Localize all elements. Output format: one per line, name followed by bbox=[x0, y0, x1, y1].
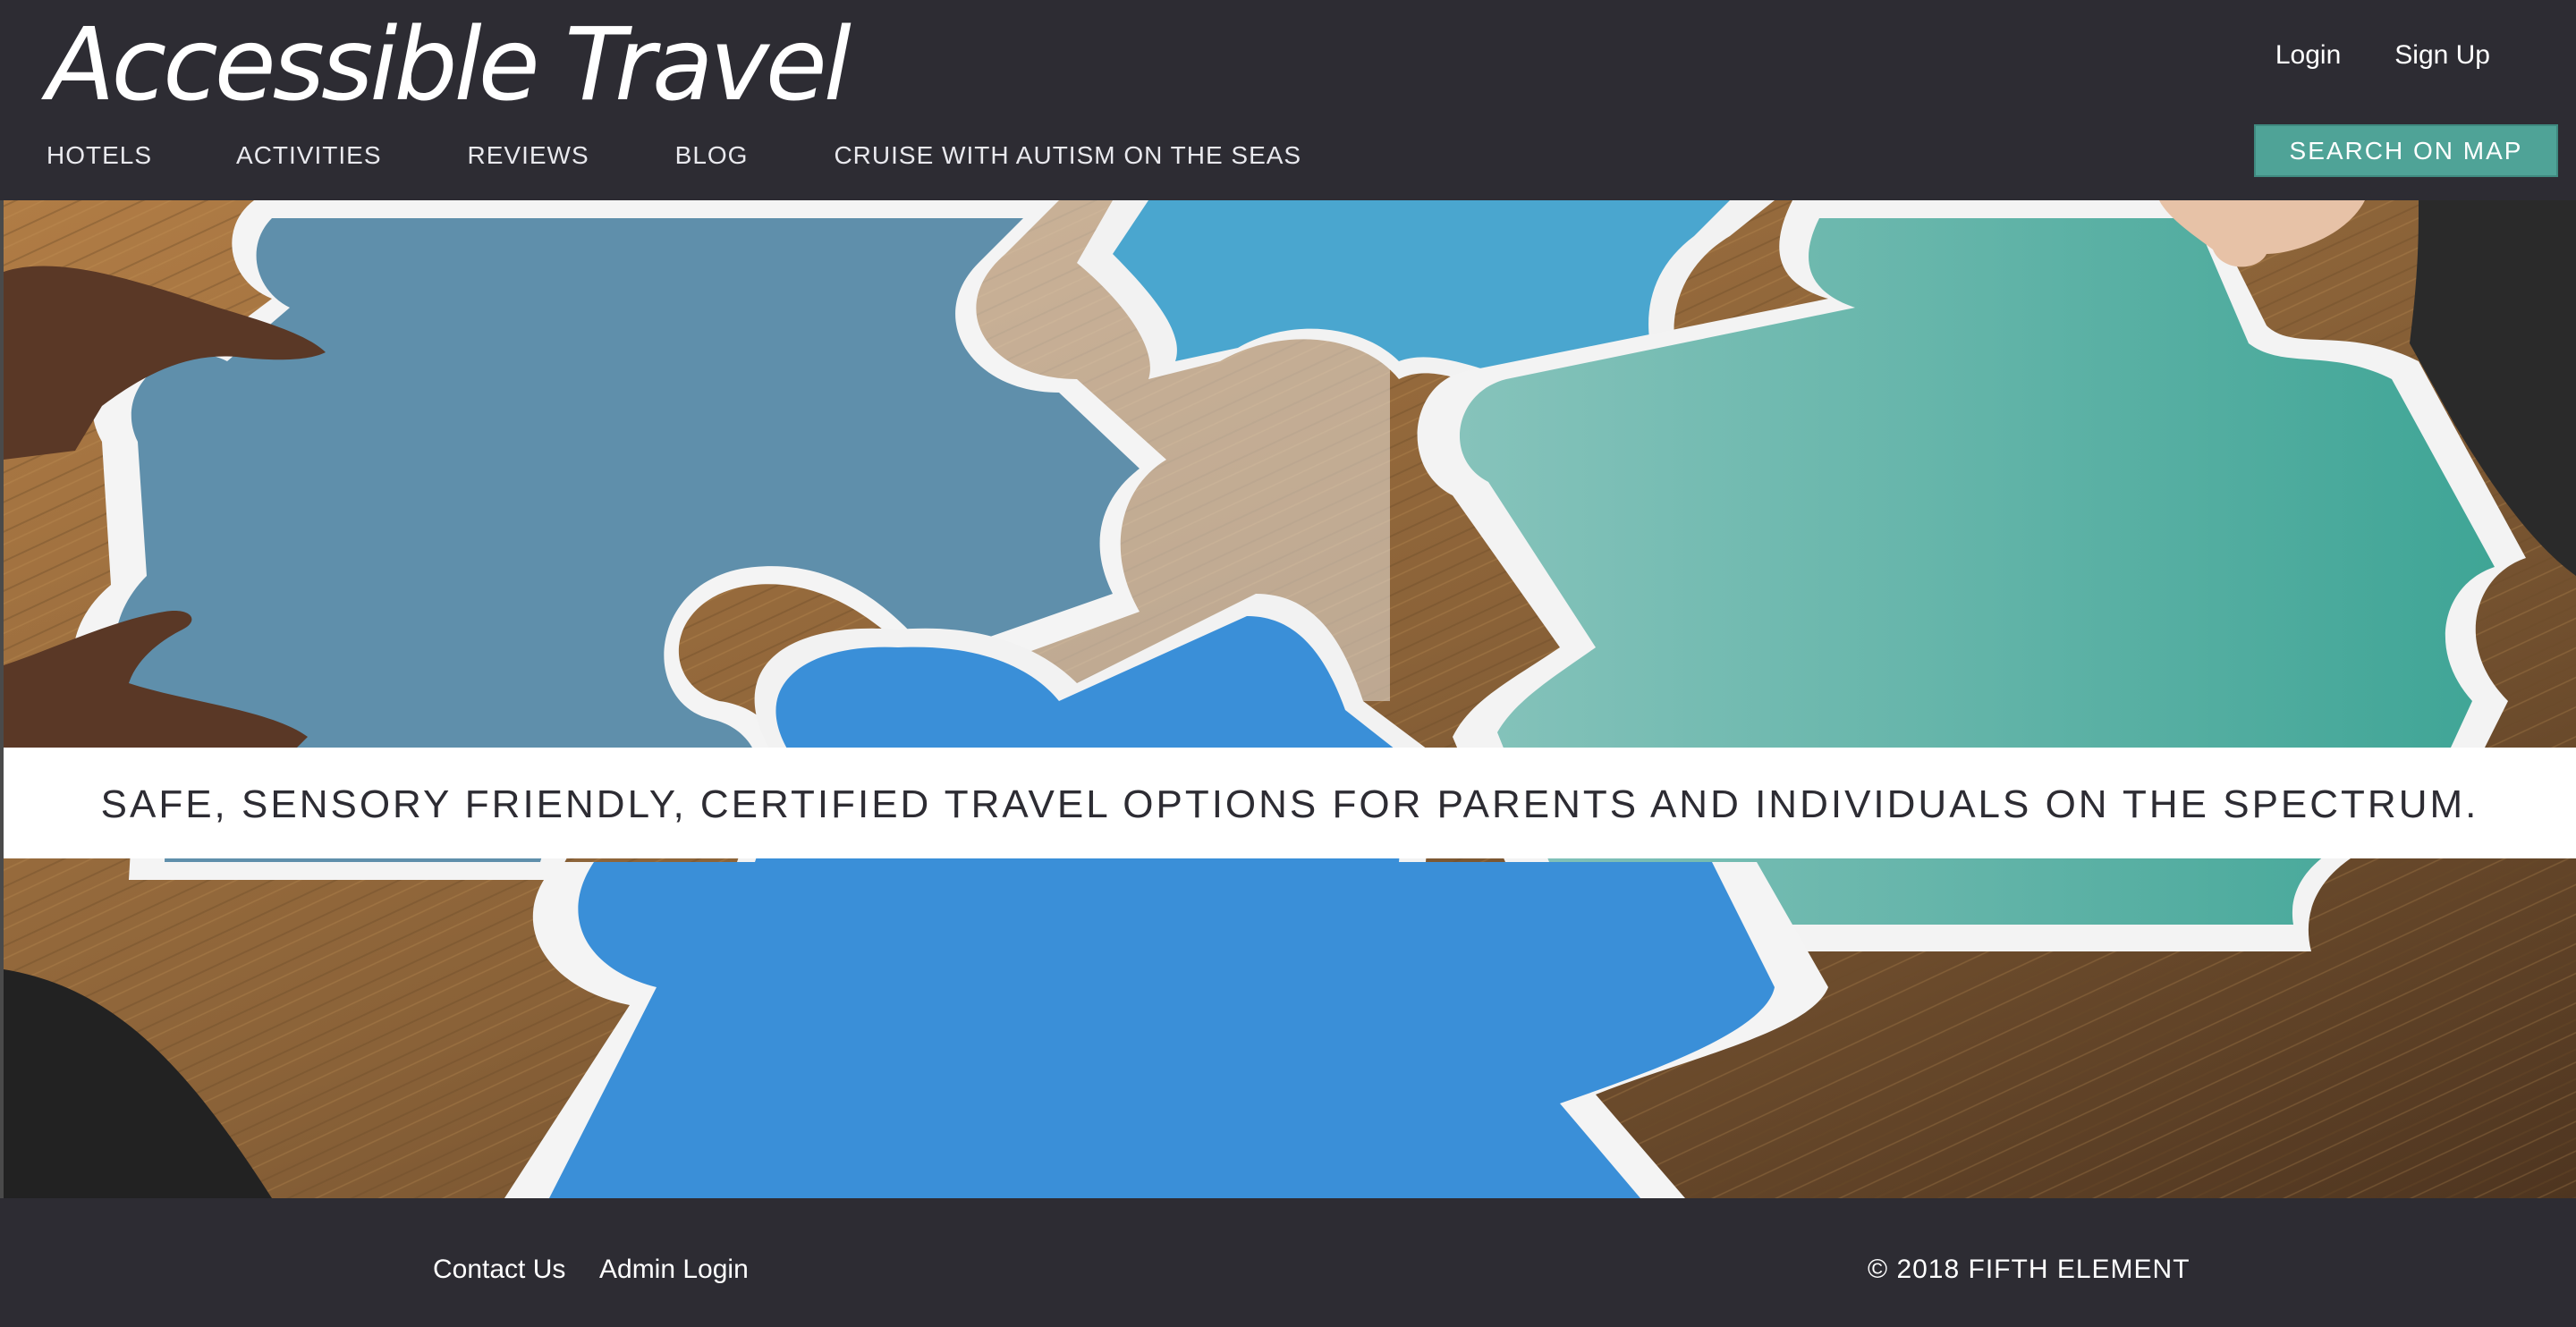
nav-reviews[interactable]: REVIEWS bbox=[468, 138, 589, 173]
signup-link[interactable]: Sign Up bbox=[2394, 38, 2490, 73]
nav-cruise[interactable]: CRUISE WITH AUTISM ON THE SEAS bbox=[834, 138, 1301, 173]
auth-links: Login Sign Up bbox=[2275, 38, 2490, 73]
page: Accessible Travel HOTELS ACTIVITIES REVI… bbox=[0, 0, 2576, 1327]
login-link[interactable]: Login bbox=[2275, 38, 2341, 73]
site-header: Accessible Travel HOTELS ACTIVITIES REVI… bbox=[0, 0, 2576, 200]
nav-blog[interactable]: BLOG bbox=[675, 138, 749, 173]
footer-contact-link[interactable]: Contact Us bbox=[433, 1252, 565, 1288]
nav-activities[interactable]: ACTIVITIES bbox=[236, 138, 381, 173]
nav-hotels[interactable]: HOTELS bbox=[47, 138, 152, 173]
footer-admin-login-link[interactable]: Admin Login bbox=[599, 1252, 749, 1288]
site-footer: Contact Us Admin Login © 2018 FIFTH ELEM… bbox=[0, 1198, 2576, 1327]
search-on-map-button[interactable]: SEARCH ON MAP bbox=[2254, 124, 2558, 177]
hero-background-image bbox=[4, 200, 2576, 1198]
puzzle-piece-blue-lower bbox=[504, 862, 1828, 1198]
hero-banner: ACCESSIBLE TRAVEL SAFE, SENSORY FRIENDLY… bbox=[4, 200, 2576, 1198]
main-nav: HOTELS ACTIVITIES REVIEWS BLOG CRUISE WI… bbox=[47, 138, 1301, 173]
site-logo[interactable]: Accessible Travel bbox=[47, 7, 852, 123]
footer-copyright: © 2018 FIFTH ELEMENT bbox=[1868, 1255, 2190, 1284]
hero-tagline: SAFE, SENSORY FRIENDLY, CERTIFIED TRAVEL… bbox=[100, 782, 2479, 826]
